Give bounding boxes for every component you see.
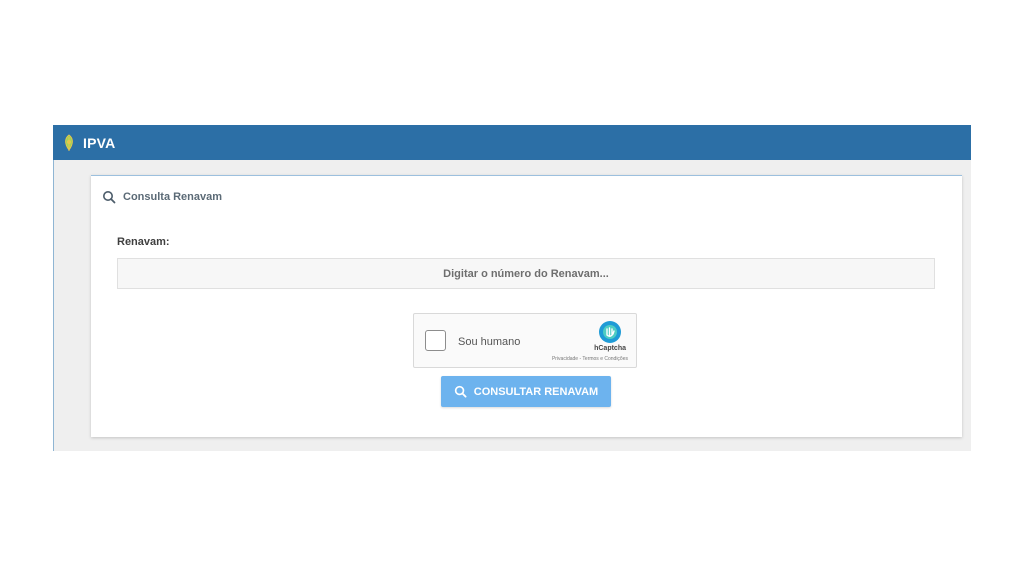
card-header: Consulta Renavam [102, 190, 222, 204]
hcaptcha-widget: Sou humano hCaptcha Privacidade - Termos… [413, 313, 637, 368]
renavam-input[interactable] [117, 258, 935, 289]
app-window: IPVA Consulta Renavam Renavam: Sou human… [53, 125, 971, 451]
top-bar: IPVA [53, 125, 971, 160]
consultar-button-label: CONSULTAR RENAVAM [473, 385, 599, 398]
captcha-checkbox[interactable] [425, 330, 446, 351]
captcha-links[interactable]: Privacidade - Termos e Condições [552, 356, 628, 362]
card-title: Consulta Renavam [123, 191, 223, 203]
consultar-renavam-button[interactable]: CONSULTAR RENAVAM [441, 376, 611, 407]
renavam-label: Renavam: [117, 236, 170, 248]
captcha-label: Sou humano [458, 336, 521, 348]
consulta-card: Consulta Renavam Renavam: Sou humano hCa… [91, 175, 962, 437]
left-border [53, 160, 54, 451]
search-icon [454, 385, 467, 398]
hcaptcha-logo-icon [598, 320, 622, 344]
search-icon [102, 190, 116, 204]
captcha-brand: hCaptcha [594, 345, 626, 352]
app-title: IPVA [83, 134, 116, 151]
leaf-emblem-icon [61, 133, 77, 152]
